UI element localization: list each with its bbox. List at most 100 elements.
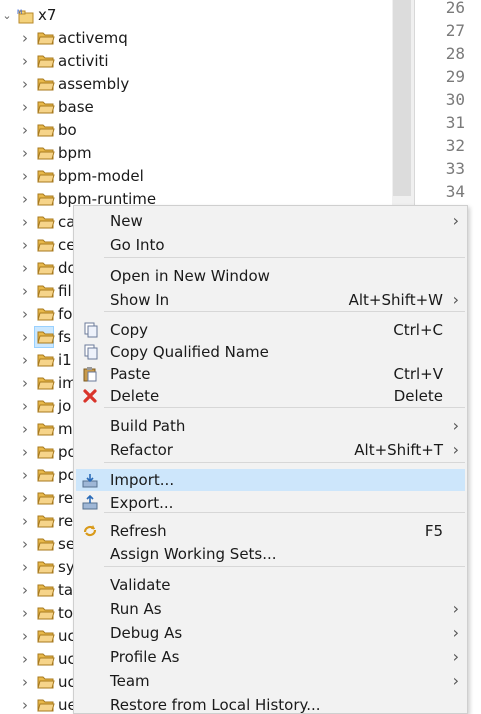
chevron-right-icon[interactable]: › <box>18 50 32 73</box>
chevron-down-icon[interactable]: ⌄ <box>0 4 14 27</box>
tree-item[interactable]: › base <box>0 96 390 119</box>
folder-icon <box>37 55 55 68</box>
folder-icon <box>37 308 55 321</box>
chevron-right-icon[interactable]: › <box>18 165 32 188</box>
import-icon <box>82 474 98 488</box>
folder-icon <box>37 331 55 344</box>
menu-item-team[interactable]: Team › <box>76 669 465 693</box>
chevron-right-icon[interactable]: › <box>18 395 32 418</box>
menu-item-label: Export... <box>110 494 174 512</box>
menu-item-shortcut: Ctrl+V <box>393 365 443 383</box>
menu-item-label: Team <box>110 672 150 690</box>
menu-item-show-in[interactable]: Show In Alt+Shift+W › <box>76 288 465 312</box>
menu-item-refactor[interactable]: Refactor Alt+Shift+T › <box>76 438 465 462</box>
menu-item-shortcut: Delete <box>393 387 443 405</box>
menu-item-label: Copy <box>110 321 149 339</box>
menu-item-debug-as[interactable]: Debug As › <box>76 621 465 645</box>
chevron-right-icon[interactable]: › <box>18 96 32 119</box>
menu-item-validate[interactable]: Validate <box>76 573 465 597</box>
chevron-right-icon[interactable]: › <box>18 441 32 464</box>
folder-icon <box>37 538 55 551</box>
line-number: 28 <box>445 44 465 63</box>
menu-item-label: Profile As <box>110 648 180 666</box>
menu-item-shortcut: Alt+Shift+W <box>348 291 443 309</box>
folder-icon <box>37 170 55 183</box>
menu-item-export[interactable]: Export... <box>76 491 465 515</box>
line-number: 32 <box>445 136 465 155</box>
folder-icon <box>37 147 55 160</box>
menu-item-label: Show In <box>110 291 170 309</box>
submenu-arrow-icon: › <box>452 416 459 435</box>
tree-item[interactable]: › bo <box>0 119 390 142</box>
chevron-right-icon[interactable]: › <box>18 326 32 349</box>
chevron-right-icon[interactable]: › <box>18 625 32 648</box>
tree-item-label: bpm-model <box>58 167 144 185</box>
chevron-right-icon[interactable]: › <box>18 464 32 487</box>
chevron-right-icon[interactable]: › <box>18 694 32 714</box>
chevron-right-icon[interactable]: › <box>18 142 32 165</box>
line-number: 29 <box>445 67 465 86</box>
chevron-right-icon[interactable]: › <box>18 671 32 694</box>
chevron-right-icon[interactable]: › <box>18 349 32 372</box>
menu-item-label: Refactor <box>110 441 173 459</box>
tree-item[interactable]: › activemq <box>0 27 390 50</box>
menu-item-go-into[interactable]: Go Into <box>76 233 465 257</box>
chevron-right-icon[interactable]: › <box>18 372 32 395</box>
chevron-right-icon[interactable]: › <box>18 533 32 556</box>
chevron-right-icon[interactable]: › <box>18 280 32 303</box>
line-number: 27 <box>445 21 465 40</box>
refresh-icon <box>83 525 97 537</box>
menu-item-restore-from-local-history[interactable]: Restore from Local History... <box>76 693 465 713</box>
tree-item[interactable]: › bpm <box>0 142 390 165</box>
delete-icon <box>83 389 97 403</box>
menu-item-run-as[interactable]: Run As › <box>76 597 465 621</box>
menu-item-label: Delete <box>110 387 160 405</box>
tree-item-label: i1 <box>58 351 72 369</box>
menu-item-copy-qualified-name[interactable]: Copy Qualified Name <box>76 340 465 364</box>
menu-item-new[interactable]: New › <box>76 209 465 233</box>
tree-item-label: re <box>58 512 74 530</box>
chevron-right-icon[interactable]: › <box>18 510 32 533</box>
folder-icon <box>37 630 55 643</box>
chevron-right-icon[interactable]: › <box>18 648 32 671</box>
project-icon: M <box>17 9 34 24</box>
menu-item-delete[interactable]: Delete Delete <box>76 384 465 408</box>
tree-item-label: m <box>58 420 73 438</box>
tree-item[interactable]: › bpm-model <box>0 165 390 188</box>
copy-icon <box>84 322 98 338</box>
chevron-right-icon[interactable]: › <box>18 257 32 280</box>
chevron-right-icon[interactable]: › <box>18 556 32 579</box>
menu-item-refresh[interactable]: Refresh F5 <box>76 519 465 543</box>
menu-item-label: Go Into <box>110 236 165 254</box>
tree-item[interactable]: › assembly <box>0 73 390 96</box>
chevron-right-icon[interactable]: › <box>18 602 32 625</box>
folder-icon <box>37 515 55 528</box>
chevron-right-icon[interactable]: › <box>18 27 32 50</box>
menu-item-import[interactable]: Import... <box>76 469 465 491</box>
chevron-right-icon[interactable]: › <box>18 418 32 441</box>
chevron-right-icon[interactable]: › <box>18 234 32 257</box>
tree-item-label: bo <box>58 121 77 139</box>
explorer-scrollbar-thumb[interactable] <box>393 0 411 196</box>
folder-icon <box>37 561 55 574</box>
menu-item-build-path[interactable]: Build Path › <box>76 414 465 438</box>
tree-item[interactable]: › activiti <box>0 50 390 73</box>
tree-item-label: base <box>58 98 94 116</box>
menu-item-label: Open in New Window <box>110 267 270 285</box>
menu-item-paste[interactable]: Paste Ctrl+V <box>76 362 465 386</box>
chevron-right-icon[interactable]: › <box>18 73 32 96</box>
folder-icon <box>37 584 55 597</box>
menu-item-profile-as[interactable]: Profile As › <box>76 645 465 669</box>
folder-icon <box>37 446 55 459</box>
menu-item-shortcut: F5 <box>424 522 443 540</box>
chevron-right-icon[interactable]: › <box>18 119 32 142</box>
tree-item-label: ta <box>58 581 74 599</box>
menu-item-copy[interactable]: Copy Ctrl+C <box>76 318 465 342</box>
chevron-right-icon[interactable]: › <box>18 188 32 211</box>
menu-item-assign-working-sets[interactable]: Assign Working Sets... <box>76 542 465 566</box>
chevron-right-icon[interactable]: › <box>18 303 32 326</box>
chevron-right-icon[interactable]: › <box>18 211 32 234</box>
chevron-right-icon[interactable]: › <box>18 579 32 602</box>
menu-item-open-in-new-window[interactable]: Open in New Window <box>76 264 465 288</box>
chevron-right-icon[interactable]: › <box>18 487 32 510</box>
